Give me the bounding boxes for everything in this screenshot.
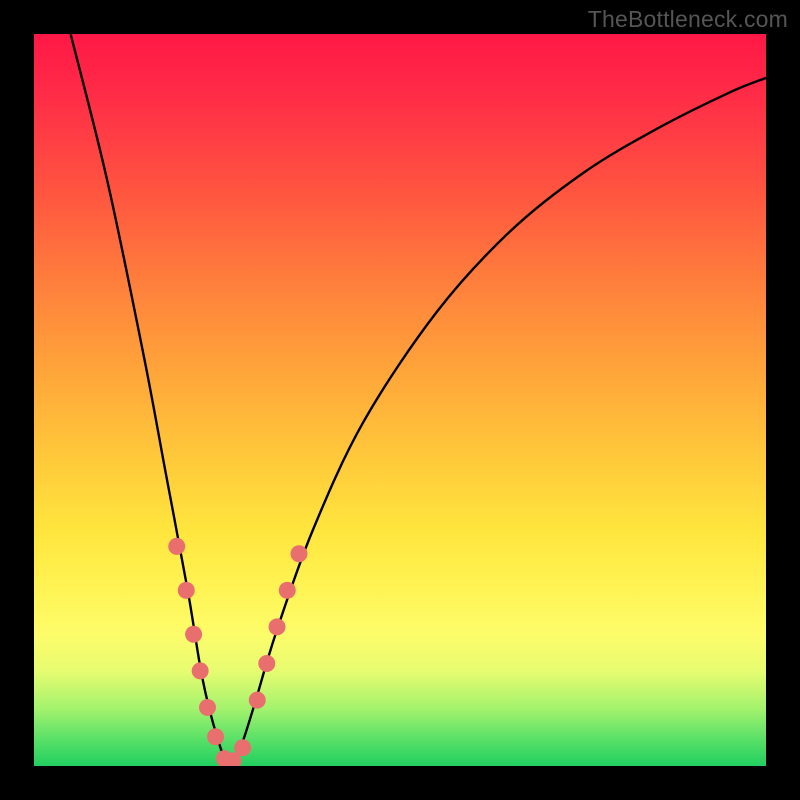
highlight-dot <box>185 626 202 643</box>
bottleneck-curve <box>34 34 766 766</box>
highlight-dot <box>249 692 266 709</box>
chart-frame: TheBottleneck.com <box>0 0 800 800</box>
highlight-dot <box>234 739 251 756</box>
highlight-dot <box>192 662 209 679</box>
highlight-dot <box>258 655 275 672</box>
highlight-dots <box>168 538 307 766</box>
attribution-text: TheBottleneck.com <box>588 6 788 33</box>
highlight-dot <box>168 538 185 555</box>
highlight-dot <box>207 728 224 745</box>
highlight-dot <box>279 582 296 599</box>
highlight-dot <box>290 545 307 562</box>
curve-line <box>71 34 766 763</box>
highlight-dot <box>269 618 286 635</box>
highlight-dot <box>199 699 216 716</box>
highlight-dot <box>178 582 195 599</box>
plot-area <box>34 34 766 766</box>
